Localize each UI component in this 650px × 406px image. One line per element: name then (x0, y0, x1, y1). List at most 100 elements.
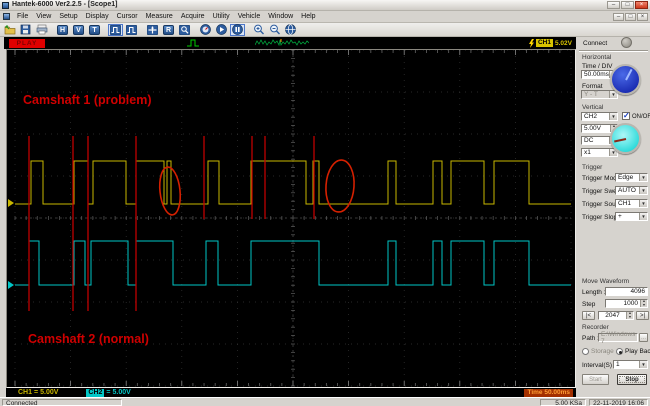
probe-select[interactable]: x1 ▼ (581, 148, 618, 157)
open-button[interactable] (2, 24, 17, 36)
storage-label: Storage (591, 348, 614, 355)
dropdown-arrow-icon: ▼ (639, 174, 647, 181)
format-label: Format (582, 83, 603, 90)
record-button[interactable]: R (161, 24, 176, 36)
vertical-position-knob[interactable] (610, 123, 641, 154)
path-field: E:\Windows 7 (598, 331, 638, 345)
menu-cursor[interactable]: Cursor (113, 12, 142, 21)
go-first-button[interactable]: |< (582, 311, 595, 320)
vertical-menu-button[interactable]: V (71, 24, 86, 36)
mdi-document-icon (3, 13, 10, 20)
menu-display[interactable]: Display (82, 12, 113, 21)
waveform-mode-button[interactable] (108, 23, 123, 36)
camshaft2-annotation: Camshaft 2 (normal) (28, 332, 149, 346)
mdi-restore-button[interactable]: □ (625, 12, 636, 21)
browse-button[interactable]: ... (639, 333, 648, 342)
ch1-volts-div: 5.00V (40, 389, 59, 396)
menu-acquire[interactable]: Acquire (177, 12, 209, 21)
title-bar: Hantek-6000 Ver2.2.5 - [Scope1] – □ × (0, 0, 650, 11)
trigger-channel-label: CH1 (535, 39, 553, 47)
play-button[interactable] (214, 24, 229, 36)
length-field: 4096 (605, 287, 648, 296)
menu-file[interactable]: File (13, 12, 32, 21)
save-button[interactable] (18, 24, 33, 36)
dropdown-arrow-icon: ▼ (639, 187, 647, 194)
dropdown-arrow-icon: ▼ (639, 213, 647, 220)
trigger-level-badge: CH1 5.02V (528, 38, 572, 48)
menu-window[interactable]: Window (264, 12, 297, 21)
menu-bar: File View Setup Display Cursor Measure Acquire… (0, 11, 650, 23)
step-stepper[interactable]: 1000 ▲ ▼ (605, 299, 648, 308)
trigger-mode-select[interactable]: Edge ▼ (615, 173, 648, 182)
camshaft1-annotation: Camshaft 1 (problem) (23, 93, 152, 107)
knob-pointer (613, 137, 626, 142)
horizontal-position-knob[interactable] (610, 64, 641, 95)
playback-label: Play Back (625, 348, 650, 355)
stepper-arrows-icon[interactable]: ▲▼ (626, 311, 633, 319)
stop-button[interactable]: Stop (617, 374, 647, 385)
vertical-section-title: Vertical (582, 104, 604, 111)
go-last-button[interactable]: >| (636, 311, 649, 320)
horizontal-menu-button[interactable]: H (55, 24, 70, 36)
playback-radio[interactable] (616, 348, 623, 355)
control-panel: Connect Horizontal Time / DIV 50.00ms▼ F… (577, 37, 650, 397)
mdi-close-button[interactable]: × (637, 12, 648, 21)
ch2-name[interactable]: CH2 (86, 388, 105, 397)
start-button[interactable]: Start (582, 374, 609, 385)
time-div-label: Time / DIV (582, 63, 613, 70)
trigger-position-icon[interactable] (187, 38, 200, 48)
dropdown-arrow-icon: ▼ (609, 113, 617, 120)
maximize-button[interactable]: □ (621, 1, 634, 9)
menu-measure[interactable]: Measure (142, 12, 177, 21)
channel-readout-bar: CH1 = 5.00V CH2 = 5.00V Time 50.00ms (6, 388, 576, 397)
zoom-out-button[interactable] (267, 24, 282, 36)
zoom-in-button[interactable] (251, 24, 266, 36)
connect-button[interactable] (621, 37, 632, 48)
play-strip: PLAY CH1 5.02V (4, 37, 576, 49)
scope-display[interactable]: Camshaft 1 (problem) Camshaft 2 (normal) (6, 49, 576, 388)
print-preview-button[interactable] (283, 24, 298, 36)
menu-vehicle[interactable]: Vehicle (234, 12, 265, 21)
ch1-coupling-icon: = (34, 389, 39, 396)
storage-radio[interactable] (582, 348, 589, 355)
trigger-source-select[interactable]: CH1 ▼ (615, 199, 648, 208)
close-button[interactable]: × (635, 1, 648, 9)
pause-button[interactable] (230, 23, 245, 36)
channel-onoff-checkbox[interactable]: ✓ (622, 111, 630, 120)
channel-select[interactable]: CH2 ▼ (581, 112, 618, 121)
print-button[interactable] (34, 24, 49, 36)
lightning-icon (528, 38, 534, 48)
format-select: Y - T ▼ (581, 90, 618, 99)
app-icon (2, 1, 9, 9)
menu-setup[interactable]: Setup (55, 12, 81, 21)
panel-divider (579, 50, 648, 52)
dropdown-arrow-icon: ▼ (639, 200, 647, 207)
mdi-minimize-button[interactable]: – (613, 12, 624, 21)
connect-label: Connect (583, 40, 608, 47)
menu-help[interactable]: Help (297, 12, 319, 21)
status-bar: Connected 5.00 KSa 22-11-2019 16:06 (0, 397, 650, 406)
interval-select[interactable]: 1 ▼ (613, 360, 648, 369)
problem-circle-annotation (158, 166, 182, 216)
zoom-window-button[interactable] (177, 24, 192, 36)
stepper-arrows-icon[interactable]: ▲▼ (640, 299, 647, 307)
problem-circle-annotation (325, 159, 355, 213)
step-label: Step (582, 301, 596, 308)
menu-utility[interactable]: Utility (209, 12, 234, 21)
trigger-section-title: Trigger (582, 164, 603, 171)
length-label: Length : (582, 289, 606, 296)
ch1-name: CH1 (18, 389, 33, 396)
trigger-slope-select[interactable]: + ▼ (615, 212, 648, 221)
position-stepper[interactable]: 2047 ▲ ▼ (598, 311, 634, 320)
trigger-sweep-select[interactable]: AUTO ▼ (615, 186, 648, 195)
sample-rate: 5.00 KSa (540, 399, 586, 406)
menu-view[interactable]: View (32, 12, 55, 21)
move-mode-button[interactable] (145, 24, 160, 36)
minimize-button[interactable]: – (607, 1, 620, 9)
waveform-compare-button[interactable] (124, 24, 139, 36)
trigger-menu-button[interactable]: T (87, 24, 102, 36)
onoff-label: ON/OFF (632, 114, 650, 120)
gauge-button[interactable] (198, 24, 213, 36)
hantek-app-window: { "window": { "title": "Hantek-6000 Ver2… (0, 0, 650, 406)
timebase-badge: Time 50.00ms (524, 388, 573, 397)
